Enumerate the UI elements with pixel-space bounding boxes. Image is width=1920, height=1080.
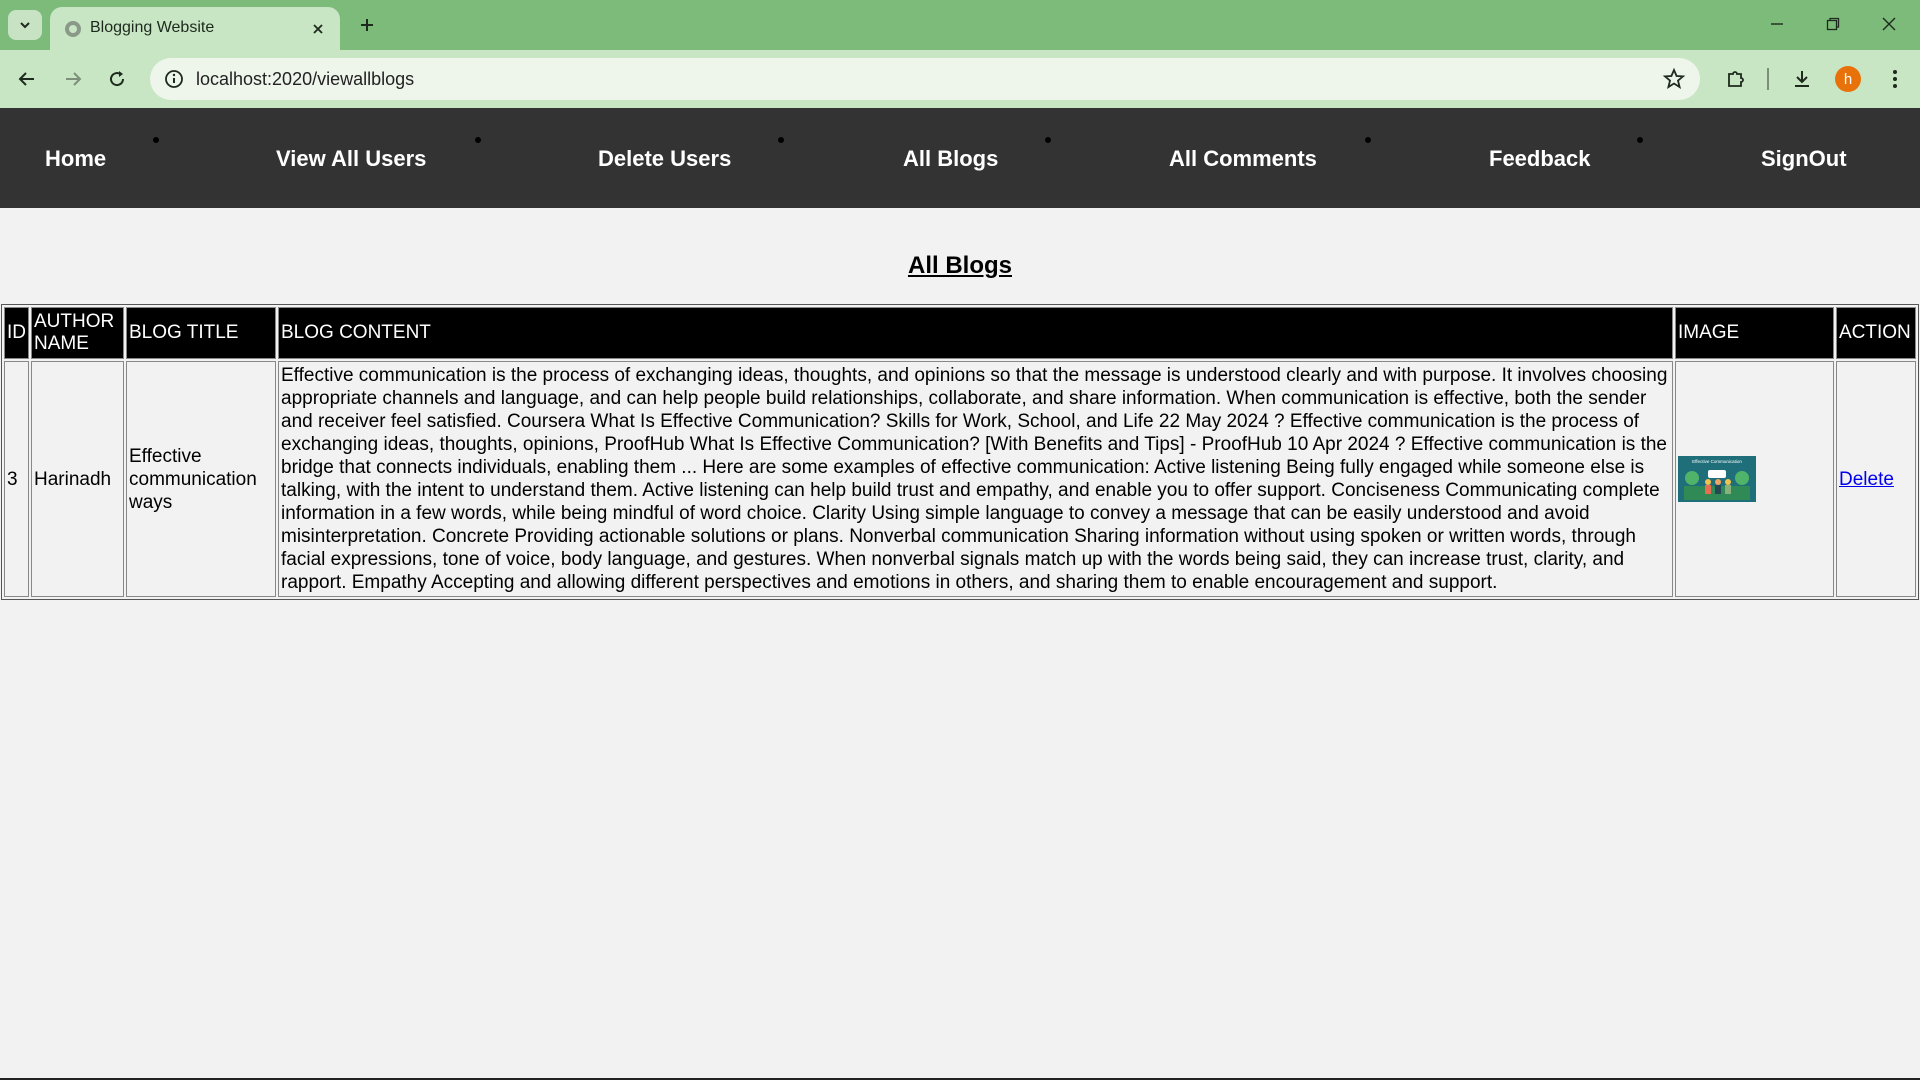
nav-signout[interactable]: SignOut [1761, 146, 1847, 172]
column-header-title: BLOG TITLE [126, 307, 276, 359]
blogs-table: ID AUTHOR NAME BLOG TITLE BLOG CONTENT I… [1, 304, 1919, 600]
nav-bullet [475, 137, 481, 143]
nav-bullet [153, 137, 159, 143]
thumbnail-caption: Effective Communication [1692, 459, 1742, 464]
plus-icon [361, 19, 373, 31]
cell-id: 3 [4, 361, 29, 597]
table-header-row: ID AUTHOR NAME BLOG TITLE BLOG CONTENT I… [4, 307, 1916, 359]
nav-home[interactable]: Home [45, 146, 106, 172]
extensions-button[interactable] [1721, 64, 1751, 94]
forward-button[interactable] [56, 62, 90, 96]
new-tab-button[interactable] [352, 10, 382, 40]
nav-bullet [1045, 137, 1051, 143]
site-navbar: Home View All Users Delete Users All Blo… [0, 108, 1920, 208]
nav-feedback[interactable]: Feedback [1489, 146, 1591, 172]
nav-delete-users[interactable]: Delete Users [598, 146, 731, 172]
table-row: 3 Harinadh Effective communication ways … [4, 361, 1916, 597]
blog-thumbnail-image: Effective Communication [1678, 456, 1756, 502]
column-header-action: ACTION [1836, 307, 1916, 359]
info-icon [165, 70, 183, 88]
cell-content: Effective communication is the process o… [278, 361, 1673, 597]
minimize-icon [1771, 23, 1783, 25]
close-icon [313, 24, 323, 34]
tab-title: Blogging Website [90, 19, 215, 36]
close-tab-button[interactable] [308, 19, 328, 39]
toolbar-divider [1767, 68, 1769, 90]
minimize-button[interactable] [1754, 8, 1800, 40]
downloads-button[interactable] [1787, 64, 1817, 94]
star-icon[interactable] [1662, 67, 1686, 91]
profile-avatar[interactable]: h [1835, 66, 1861, 92]
more-vert-icon [1893, 70, 1897, 88]
cell-action: Delete [1836, 361, 1916, 597]
reload-icon [110, 71, 125, 87]
puzzle-icon [1728, 71, 1744, 87]
address-bar[interactable]: localhost:2020/viewallblogs [150, 58, 1700, 100]
close-window-button[interactable] [1866, 8, 1912, 40]
nav-bullet [1637, 137, 1643, 143]
restore-icon [1826, 17, 1840, 31]
cell-title: Effective communication ways [126, 361, 276, 597]
browser-tabstrip: Blogging Website [0, 0, 1920, 50]
nav-all-blogs[interactable]: All Blogs [903, 146, 998, 172]
column-header-content: BLOG CONTENT [278, 307, 1673, 359]
site-info-button[interactable] [160, 65, 188, 93]
cell-image: Effective Communication [1675, 361, 1834, 597]
page-title: All Blogs [907, 252, 1012, 279]
chevron-down-icon [20, 22, 30, 29]
download-icon [1795, 71, 1809, 87]
arrow-right-icon [66, 72, 82, 86]
cell-author: Harinadh [31, 361, 124, 597]
restore-button[interactable] [1810, 8, 1856, 40]
column-header-author: AUTHOR NAME [31, 307, 124, 359]
column-header-id: ID [4, 307, 29, 359]
globe-icon [65, 21, 81, 37]
nav-all-comments[interactable]: All Comments [1169, 146, 1317, 172]
url-text[interactable]: localhost:2020/viewallblogs [196, 69, 414, 90]
arrow-left-icon [18, 72, 34, 86]
column-header-image: IMAGE [1675, 307, 1834, 359]
back-button[interactable] [10, 62, 44, 96]
browser-tab[interactable]: Blogging Website [50, 7, 340, 50]
delete-blog-link[interactable]: Delete [1839, 469, 1894, 490]
close-icon [1882, 17, 1896, 31]
nav-bullet [1365, 137, 1371, 143]
reload-button[interactable] [100, 62, 134, 96]
nav-view-all-users[interactable]: View All Users [276, 146, 426, 172]
tab-search-button[interactable] [8, 10, 42, 40]
browser-menu-button[interactable] [1880, 64, 1910, 94]
browser-toolbar: localhost:2020/viewallblogs [0, 50, 1920, 108]
nav-bullet [778, 137, 784, 143]
